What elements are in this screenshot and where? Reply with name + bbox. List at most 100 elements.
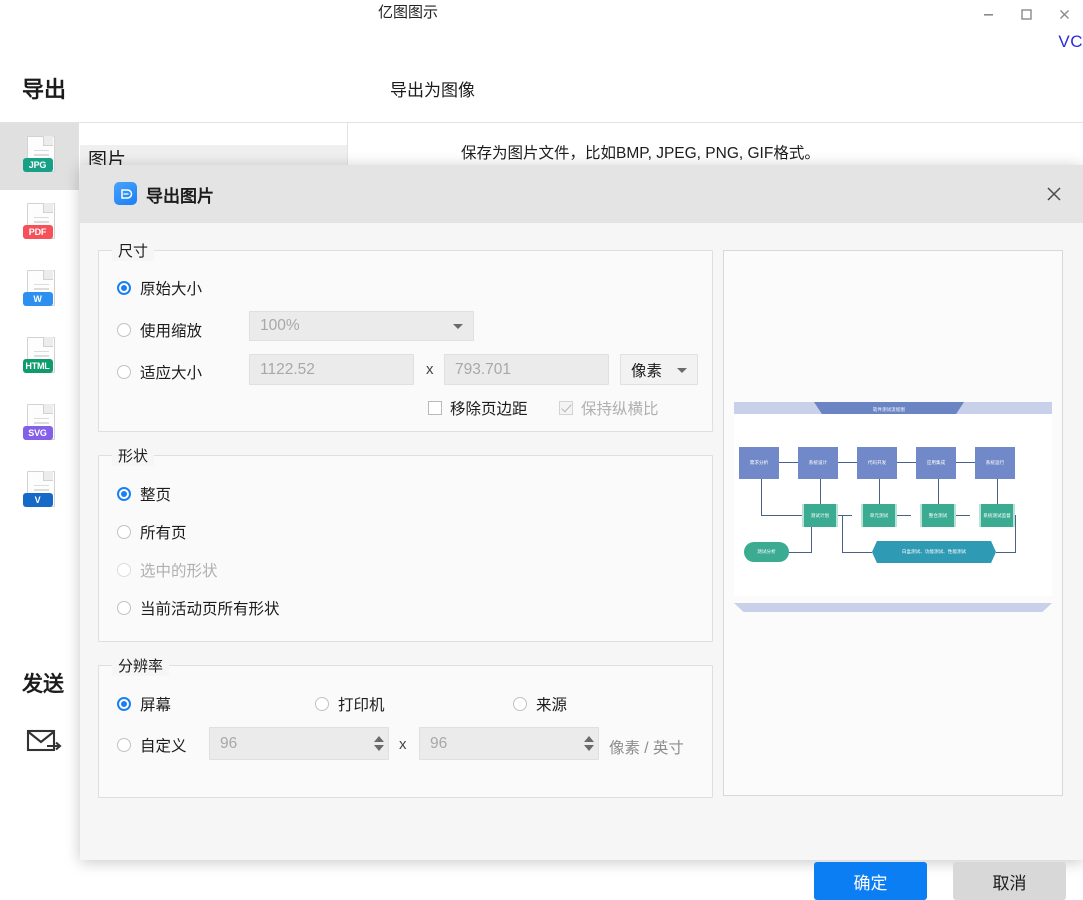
rail-item-jpg[interactable]: JPG xyxy=(0,123,79,190)
radio-fit-size-label: 适应大小 xyxy=(140,365,203,382)
resolution-fieldset: 分辨率 屏幕 打印机 来源 自定义 96 x 96 像素 / 英寸 xyxy=(98,655,713,798)
send-mail-icon[interactable] xyxy=(26,725,64,757)
radio-printer-marker xyxy=(315,697,329,711)
node-test-plan: 测试计划 xyxy=(802,504,838,527)
scale-dropdown[interactable]: 100% xyxy=(249,311,474,341)
radio-all-pages[interactable]: 所有页 xyxy=(117,521,187,543)
node-test-analysis: 测试分析 xyxy=(744,542,789,562)
radio-active-page-shapes-marker xyxy=(117,601,131,615)
dpi-y-input[interactable]: 96 xyxy=(419,727,599,760)
radio-custom-dpi[interactable]: 自定义 xyxy=(117,734,187,756)
radio-screen-marker xyxy=(117,697,131,711)
node-requirement-analysis: 需求分析 xyxy=(739,447,779,479)
width-input[interactable]: 1122.52 xyxy=(249,354,414,385)
height-input[interactable]: 793.701 xyxy=(444,354,609,385)
app-title: 亿图图示 xyxy=(378,4,439,21)
html-badge-label: HTML xyxy=(22,358,53,373)
dpi-x-input-value: 96 xyxy=(220,734,238,752)
send-section-label: 发送 xyxy=(22,673,64,696)
rail-item-svg[interactable]: SVG xyxy=(0,391,79,458)
export-image-dialog: 导出图片 尺寸 原始大小 使用缩放 100% 适应大小 1122.52 x 79… xyxy=(80,165,1083,900)
size-fieldset: 尺寸 原始大小 使用缩放 100% 适应大小 1122.52 x 793.701… xyxy=(98,240,713,432)
word-badge-label: W xyxy=(22,291,53,306)
radio-whole-page[interactable]: 整页 xyxy=(117,483,171,505)
visio-file-icon: V xyxy=(22,470,57,513)
checkbox-remove-margin[interactable]: 移除页边距 xyxy=(428,398,528,418)
radio-active-page-shapes[interactable]: 当前活动页所有形状 xyxy=(117,597,280,619)
radio-custom-dpi-label: 自定义 xyxy=(140,738,187,755)
radio-all-pages-marker xyxy=(117,525,131,539)
rail-item-html[interactable]: HTML xyxy=(0,324,79,391)
chevron-down-icon xyxy=(677,367,687,373)
svg-file-icon: SVG xyxy=(22,403,57,446)
pdf-badge-label: PDF xyxy=(22,224,53,239)
resolution-legend: 分辨率 xyxy=(112,655,170,676)
cancel-button[interactable]: 取消 xyxy=(953,862,1066,900)
rail-item-visio[interactable]: V xyxy=(0,458,79,525)
preview-banner-title: 软件测试流程图 xyxy=(872,407,906,412)
radio-source[interactable]: 来源 xyxy=(513,693,567,715)
word-file-icon: W xyxy=(22,269,57,312)
unit-dropdown[interactable]: 像素 xyxy=(620,354,698,385)
dpi-y-stepper[interactable] xyxy=(580,729,597,758)
radio-printer[interactable]: 打印机 xyxy=(315,693,385,715)
radio-fit-size-marker xyxy=(117,365,131,379)
html-file-icon: HTML xyxy=(22,336,57,379)
maximize-icon[interactable] xyxy=(1007,0,1045,28)
node-system-running: 系统运行 xyxy=(975,447,1015,479)
checkbox-remove-margin-box xyxy=(428,401,442,415)
vc-account-label[interactable]: VC xyxy=(1058,32,1083,52)
jpg-file-icon: JPG xyxy=(22,135,57,178)
visio-badge-label: V xyxy=(22,492,53,507)
radio-use-scale-marker xyxy=(117,323,131,337)
page-title: 导出 xyxy=(22,77,67,102)
svg-badge-label: SVG xyxy=(22,425,53,440)
height-input-value: 793.701 xyxy=(455,360,512,378)
node-unit-test: 单元测试 xyxy=(861,504,897,527)
radio-use-scale[interactable]: 使用缩放 xyxy=(117,319,202,341)
dpi-x-stepper[interactable] xyxy=(370,729,387,758)
dialog-close-icon[interactable] xyxy=(1039,179,1069,209)
radio-custom-dpi-marker xyxy=(117,738,131,752)
confirm-button[interactable]: 确定 xyxy=(814,862,927,900)
node-integration-test: 整合测试 xyxy=(920,504,956,527)
checkbox-keep-ratio-box xyxy=(559,401,573,415)
size-legend: 尺寸 xyxy=(112,240,155,261)
node-system-design: 系统设计 xyxy=(798,447,838,479)
preview-banner-footer xyxy=(734,603,1052,612)
radio-screen[interactable]: 屏幕 xyxy=(117,693,171,715)
format-description: 保存为图片文件，比如BMP, JPEG, PNG, GIF格式。 xyxy=(461,145,820,162)
window-controls xyxy=(969,0,1083,28)
radio-original-size-marker xyxy=(117,281,131,295)
preview-diagram: 软件测试流程图 需求分析 系统设计 代码开发 应用集成 系统运行 测试计划 单元… xyxy=(734,402,1052,612)
preview-pane: 软件测试流程图 需求分析 系统设计 代码开发 应用集成 系统运行 测试计划 单元… xyxy=(723,250,1063,796)
backstage-header xyxy=(0,60,1083,123)
unit-dropdown-value: 像素 xyxy=(631,362,663,380)
pdf-file-icon: PDF xyxy=(22,202,57,245)
radio-source-marker xyxy=(513,697,527,711)
radio-source-label: 来源 xyxy=(536,697,568,714)
app-logo-icon xyxy=(114,182,137,205)
rail-item-pdf[interactable]: PDF xyxy=(0,190,79,257)
dialog-title: 导出图片 xyxy=(146,187,214,206)
radio-original-size-label: 原始大小 xyxy=(140,281,203,298)
title-bar: 亿图图示 xyxy=(0,0,1083,30)
jpg-badge-label: JPG xyxy=(22,157,53,172)
stepper-down-icon xyxy=(583,745,594,751)
radio-selected-shapes: 选中的形状 xyxy=(117,559,218,581)
rail-item-word[interactable]: W xyxy=(0,257,79,324)
radio-screen-label: 屏幕 xyxy=(140,697,172,714)
scale-dropdown-value: 100% xyxy=(260,317,300,334)
radio-active-page-shapes-label: 当前活动页所有形状 xyxy=(140,601,280,618)
checkbox-remove-margin-label: 移除页边距 xyxy=(450,401,528,418)
dpi-x-input[interactable]: 96 xyxy=(209,727,389,760)
chevron-down-icon xyxy=(453,324,463,329)
minimize-icon[interactable] xyxy=(969,0,1007,28)
dialog-body: 尺寸 原始大小 使用缩放 100% 适应大小 1122.52 x 793.701… xyxy=(80,223,1083,900)
radio-fit-size[interactable]: 适应大小 xyxy=(117,361,202,383)
resolution-x-separator: x xyxy=(399,736,407,753)
width-input-value: 1122.52 xyxy=(260,360,315,378)
close-icon[interactable] xyxy=(1045,0,1083,28)
radio-whole-page-label: 整页 xyxy=(140,487,172,504)
radio-original-size[interactable]: 原始大小 xyxy=(117,277,202,299)
